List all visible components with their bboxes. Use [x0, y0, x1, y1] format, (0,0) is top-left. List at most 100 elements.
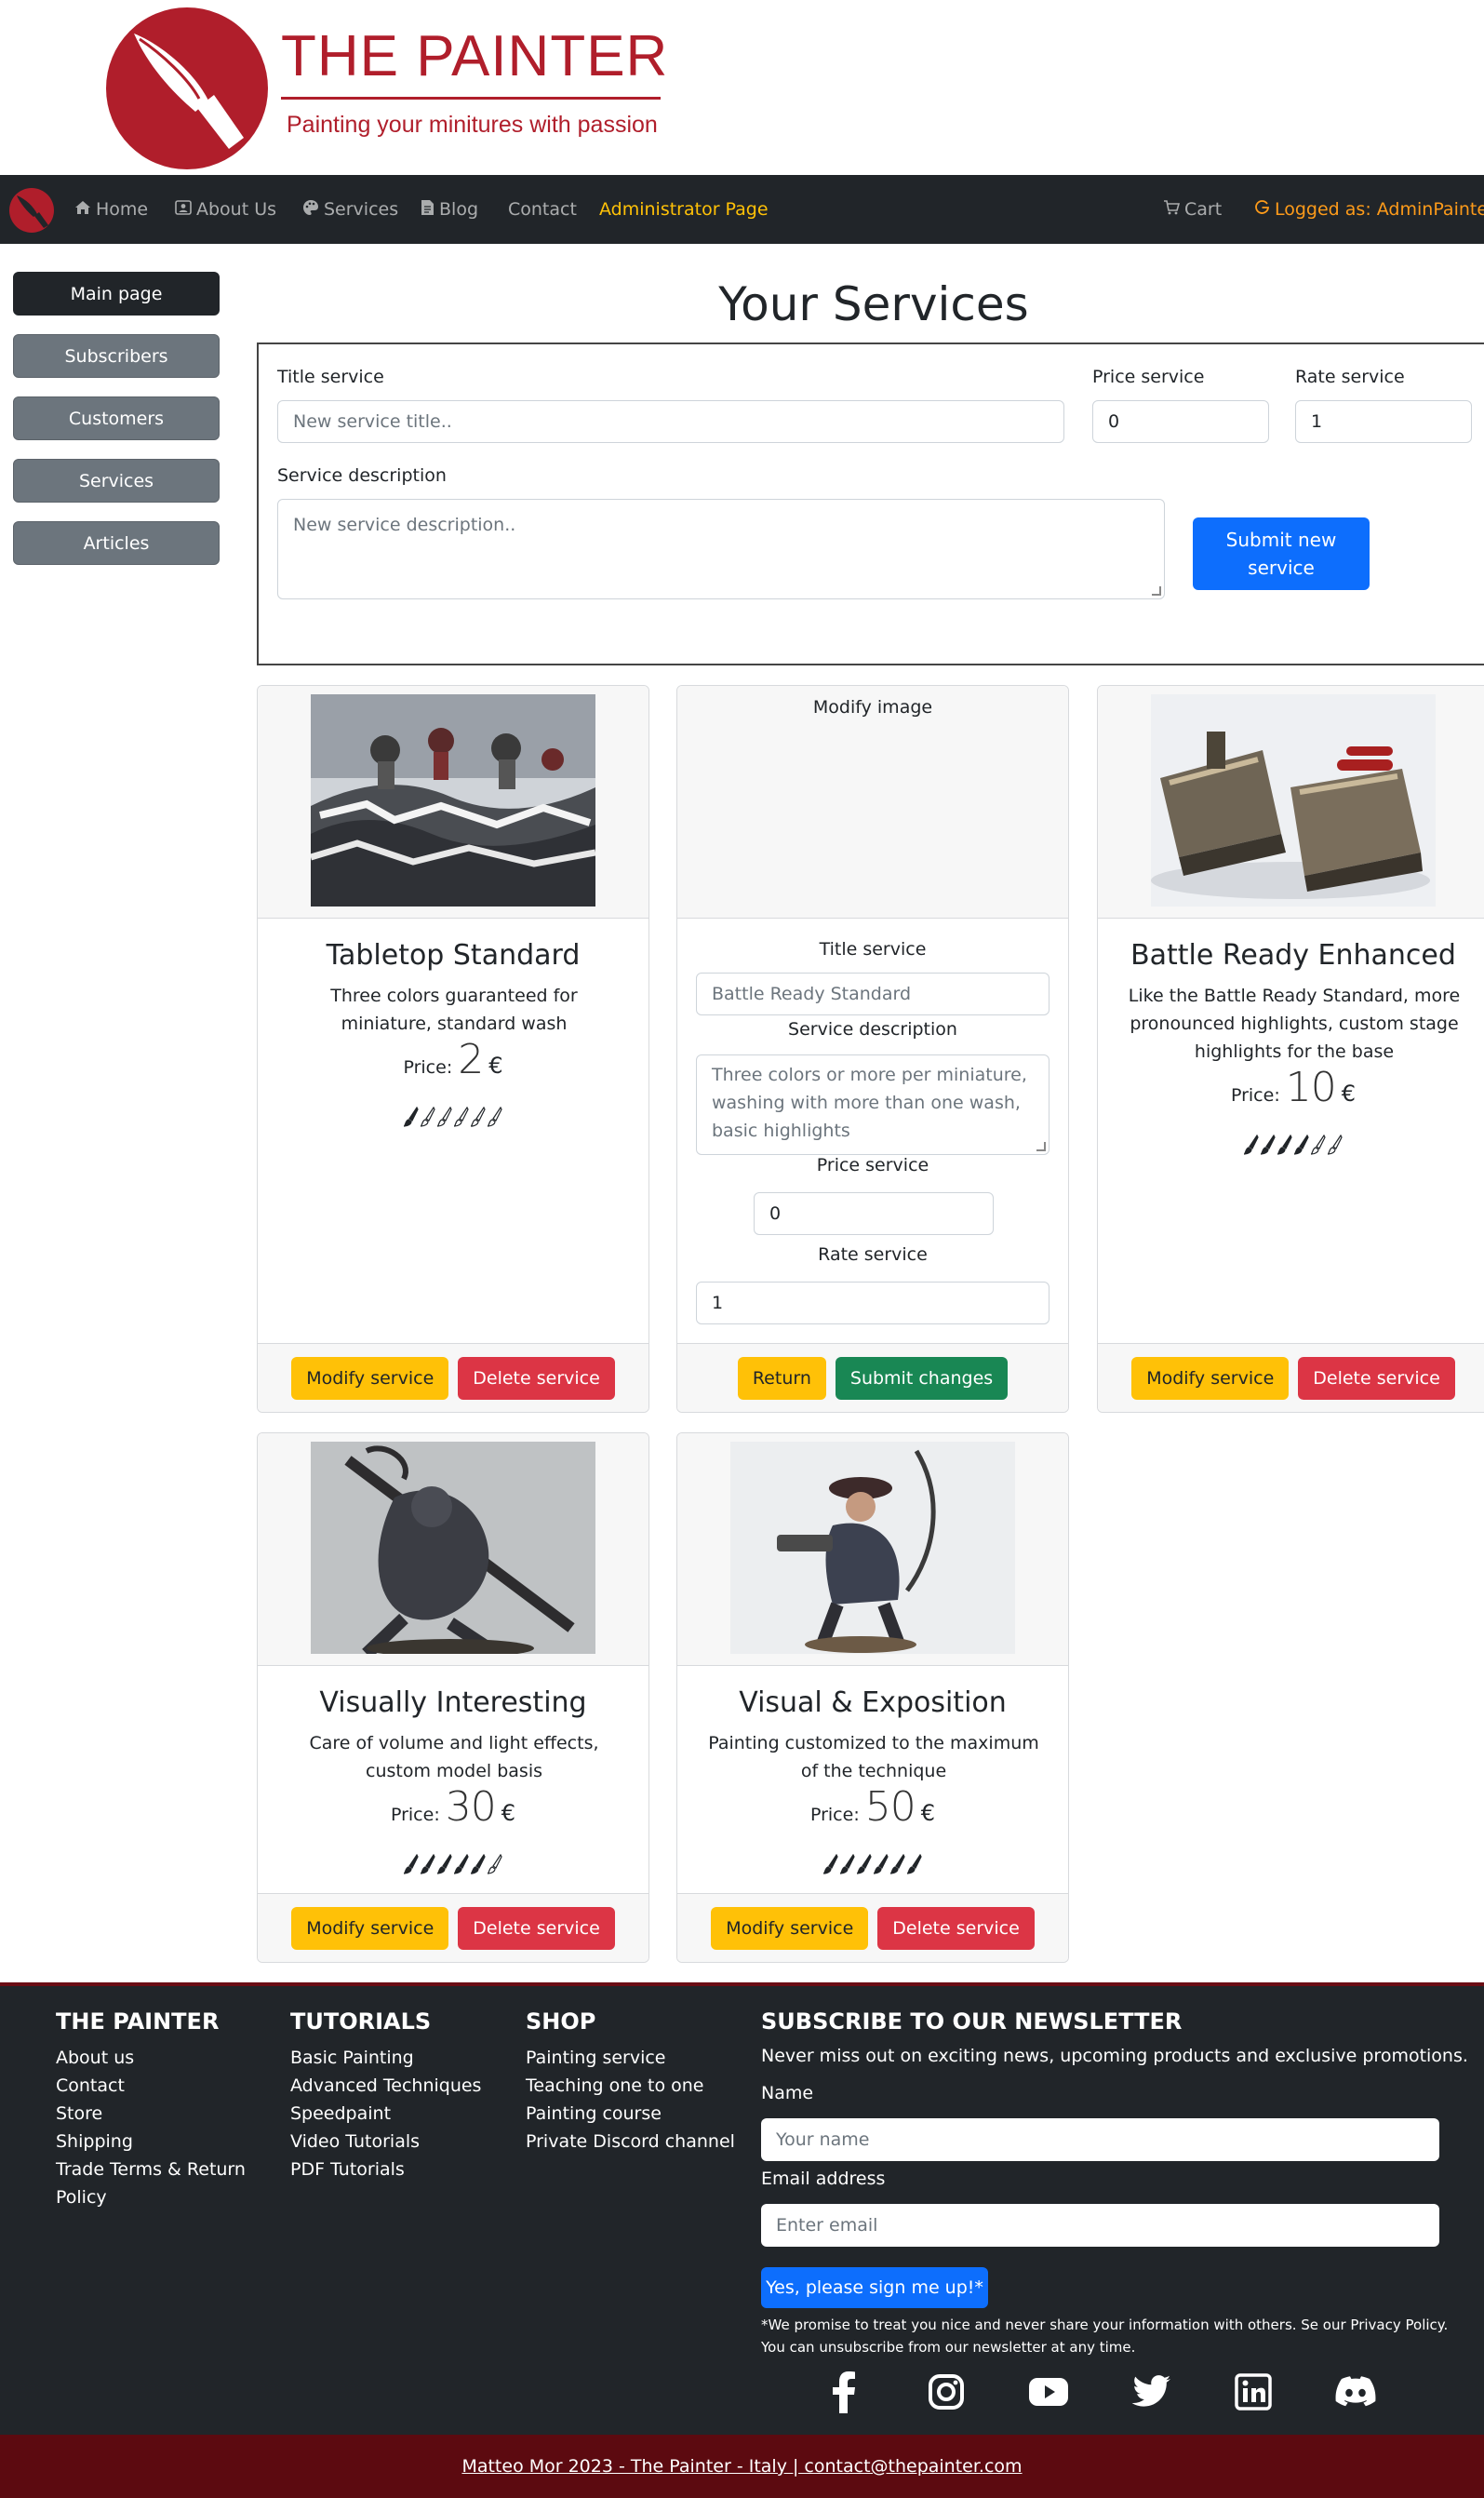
logo-subtitle: Painting your minitures with passion: [287, 112, 658, 138]
nav-blog[interactable]: Blog: [421, 175, 478, 244]
rating-brushes: [1098, 1134, 1484, 1159]
modify-service-button[interactable]: Modify service: [291, 1906, 449, 1950]
nav-contact[interactable]: Contact: [508, 175, 577, 244]
footer-link[interactable]: PDF Tutorials: [290, 2156, 481, 2183]
card-image-area: Modify image: [677, 686, 1068, 919]
delete-service-button[interactable]: Delete service: [458, 1906, 615, 1950]
card-description: Like the Battle Ready Standard, more pro…: [1128, 986, 1461, 1062]
sidebar-item-main-page[interactable]: Main page: [13, 272, 220, 316]
footer-link[interactable]: Advanced Techniques: [290, 2072, 481, 2100]
sidebar-item-services[interactable]: Services: [13, 459, 220, 503]
instagram-icon[interactable]: [924, 2370, 969, 2414]
nav-services[interactable]: Services: [302, 175, 398, 244]
new-price-input[interactable]: 0: [1092, 400, 1269, 443]
new-price-label: Price service: [1092, 367, 1205, 387]
linkedin-icon[interactable]: [1231, 2370, 1276, 2414]
footer-link[interactable]: Shipping: [56, 2128, 246, 2156]
nav-home-label: Home: [96, 199, 149, 220]
service-card-visual-exposition: Visual & Exposition Painting customized …: [676, 1432, 1069, 1963]
twitter-icon[interactable]: [1129, 2370, 1173, 2414]
edit-desc-textarea[interactable]: Three colors or more per miniature, wash…: [696, 1054, 1049, 1155]
card-price: Price: 10 €: [1098, 1064, 1484, 1111]
newsletter-name-label: Name: [761, 2083, 814, 2103]
brush-outline-icon: [487, 1106, 502, 1131]
brush-filled-icon: [403, 1853, 419, 1878]
copyright-link[interactable]: Matteo Mor 2023 - The Painter - Italy | …: [461, 2456, 1022, 2477]
person-badge-icon: [175, 199, 192, 220]
brush-filled-icon: [906, 1853, 922, 1878]
resize-grip-icon[interactable]: [1152, 586, 1161, 596]
brush-outline-icon: [436, 1106, 452, 1131]
footer-link[interactable]: Private Discord channel: [526, 2128, 735, 2156]
modify-image-link[interactable]: Modify image: [677, 697, 1068, 718]
footer-link[interactable]: Policy: [56, 2183, 246, 2211]
footer-link[interactable]: Speedpaint: [290, 2100, 481, 2128]
delete-service-button[interactable]: Delete service: [877, 1906, 1035, 1950]
brush-outline-icon: [420, 1106, 435, 1131]
modify-service-button[interactable]: Modify service: [1131, 1356, 1290, 1400]
newsletter-name-input[interactable]: Your name: [761, 2118, 1439, 2161]
edit-rate-label: Rate service: [818, 1244, 928, 1265]
brush-filled-icon: [470, 1853, 486, 1878]
card-title: Battle Ready Enhanced: [1130, 939, 1456, 972]
newsletter-signup-button[interactable]: Yes, please sign me up!*: [761, 2267, 988, 2308]
logo-brush-icon[interactable]: [106, 7, 268, 169]
sidebar-item-articles[interactable]: Articles: [13, 521, 220, 565]
brush-filled-icon: [873, 1853, 889, 1878]
modify-service-button[interactable]: Modify service: [711, 1906, 869, 1950]
footer-col3-list: Painting service Teaching one to one Pai…: [526, 2044, 735, 2156]
new-title-input[interactable]: New service title..: [277, 400, 1064, 443]
nav-about-label: About Us: [196, 199, 277, 220]
edit-rate-input[interactable]: 1: [696, 1282, 1049, 1324]
new-service-form: Title service New service title.. Price …: [257, 342, 1484, 665]
facebook-icon[interactable]: [822, 2370, 866, 2414]
nav-logged-user[interactable]: Logged as: AdminPainter: [1254, 175, 1484, 244]
submit-changes-button[interactable]: Submit changes: [835, 1356, 1009, 1400]
footer-link[interactable]: Painting service: [526, 2044, 735, 2072]
nav-cart-label: Cart: [1184, 199, 1223, 220]
return-button[interactable]: Return: [737, 1356, 826, 1400]
discord-icon[interactable]: [1333, 2370, 1378, 2414]
new-rate-input[interactable]: 1: [1295, 400, 1472, 443]
newsletter-note: *We promise to treat you nice and never …: [761, 2317, 1449, 2333]
youtube-icon[interactable]: [1026, 2370, 1071, 2414]
nav-about[interactable]: About Us: [175, 175, 276, 244]
edit-desc-value: Three colors or more per miniature, wash…: [712, 1065, 1027, 1141]
brush-outline-icon: [453, 1106, 469, 1131]
sidebar-item-subscribers[interactable]: Subscribers: [13, 334, 220, 378]
edit-price-input[interactable]: 0: [754, 1192, 994, 1235]
navbar: Home About Us Services Blog Contact Admi…: [0, 175, 1484, 244]
card-description: Care of volume and light effects, custom…: [309, 1733, 599, 1781]
card-image-area: [677, 1433, 1068, 1666]
nav-admin-page[interactable]: Administrator Page: [599, 175, 769, 244]
price-label: Price:: [390, 1805, 440, 1825]
footer-link[interactable]: Basic Painting: [290, 2044, 481, 2072]
card-price: Price: 50 €: [677, 1783, 1068, 1831]
footer-link[interactable]: Painting course: [526, 2100, 735, 2128]
page-title: Your Services: [718, 277, 1029, 331]
footer-link[interactable]: Contact: [56, 2072, 246, 2100]
modify-service-button[interactable]: Modify service: [291, 1356, 449, 1400]
footer-link[interactable]: Trade Terms & Return: [56, 2156, 246, 2183]
footer-link[interactable]: About us: [56, 2044, 246, 2072]
delete-service-button[interactable]: Delete service: [458, 1356, 615, 1400]
edit-title-input[interactable]: Battle Ready Standard: [696, 973, 1049, 1015]
price-value: 2: [458, 1036, 484, 1083]
price-label: Price:: [809, 1805, 860, 1825]
footer-link[interactable]: Store: [56, 2100, 246, 2128]
submit-new-service-button[interactable]: Submit new service: [1193, 517, 1370, 590]
new-desc-label: Service description: [277, 465, 447, 486]
delete-service-button[interactable]: Delete service: [1298, 1356, 1455, 1400]
card-image-area: [258, 686, 648, 919]
resize-grip-icon[interactable]: [1036, 1142, 1046, 1151]
nav-home[interactable]: Home: [74, 175, 148, 244]
new-desc-textarea[interactable]: New service description..: [277, 499, 1165, 599]
nav-cart[interactable]: Cart: [1163, 175, 1222, 244]
navbar-brand-logo[interactable]: [9, 188, 54, 233]
footer-link[interactable]: Teaching one to one: [526, 2072, 735, 2100]
footer-link[interactable]: Video Tutorials: [290, 2128, 481, 2156]
footer-col3-heading: SHOP: [526, 2008, 596, 2035]
footer: THE PAINTER About us Contact Store Shipp…: [0, 1982, 1484, 2435]
newsletter-email-input[interactable]: Enter email: [761, 2204, 1439, 2247]
sidebar-item-customers[interactable]: Customers: [13, 396, 220, 440]
